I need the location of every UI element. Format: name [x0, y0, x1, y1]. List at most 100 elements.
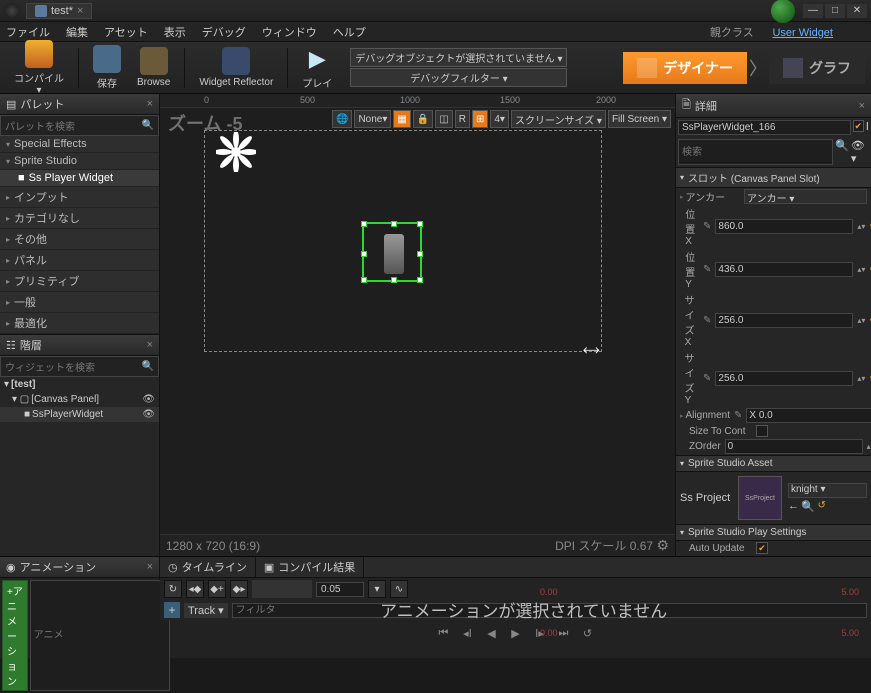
- search-icon: 🔍: [142, 361, 154, 372]
- asset-thumbnail[interactable]: SsProject: [738, 476, 782, 520]
- hierarchy-search[interactable]: ウィジェットを検索🔍: [0, 356, 159, 377]
- compile-results-tab[interactable]: ▣コンパイル結果: [256, 557, 364, 577]
- palette-search[interactable]: パレットを検索🔍: [0, 115, 159, 136]
- hier-ssplayer[interactable]: ■ SsPlayerWidget👁: [0, 407, 159, 422]
- menu-debug[interactable]: デバッグ: [202, 24, 246, 40]
- document-tab[interactable]: test* ×: [26, 3, 92, 19]
- tl-snap-button[interactable]: ▾: [368, 580, 386, 598]
- graph-tab[interactable]: グラフ: [769, 52, 865, 84]
- cat-primitive[interactable]: プリミティブ: [0, 271, 159, 292]
- maximize-button[interactable]: □: [825, 4, 845, 18]
- section-slot[interactable]: スロット (Canvas Panel Slot): [676, 167, 871, 188]
- tl-reverse-button[interactable]: ◀: [483, 624, 501, 642]
- cat-none[interactable]: カテゴリなし: [0, 208, 159, 229]
- layout-button[interactable]: ▦: [393, 110, 410, 128]
- tl-next-key-button[interactable]: ◆▸: [230, 580, 248, 598]
- widget-reflector-button[interactable]: Widget Reflector: [191, 45, 281, 90]
- input-sizex[interactable]: [715, 313, 853, 328]
- menu-asset[interactable]: アセット: [104, 24, 148, 40]
- hier-canvas[interactable]: ▾ ▢ [Canvas Panel]👁: [0, 392, 159, 407]
- grid-button[interactable]: ⊞: [472, 110, 488, 128]
- asset-browse-icon[interactable]: 🔍: [801, 500, 815, 513]
- grid-size-button[interactable]: 4 ▾: [490, 110, 509, 128]
- timeline-tab[interactable]: ◷タイムライン: [160, 557, 256, 577]
- details-search[interactable]: [678, 139, 833, 165]
- lang-button[interactable]: 🌐: [332, 110, 352, 128]
- animations-search[interactable]: [30, 580, 170, 691]
- input-posy[interactable]: [715, 262, 853, 277]
- hier-root[interactable]: ▾ [test]: [0, 377, 159, 392]
- dpi-settings-icon[interactable]: ⚙: [656, 537, 669, 554]
- section-asset[interactable]: Sprite Studio Asset: [676, 455, 871, 472]
- screen-size-dropdown[interactable]: スクリーンサイズ ▾: [511, 110, 606, 128]
- anchor-dropdown[interactable]: アンカー ▾: [744, 189, 867, 204]
- cat-other[interactable]: その他: [0, 229, 159, 250]
- add-track-button[interactable]: +: [164, 602, 180, 618]
- anchor-gizmo-icon[interactable]: [216, 132, 256, 172]
- tl-to-start-button[interactable]: ⏮: [435, 624, 453, 642]
- add-animation-button[interactable]: +アニメーション: [2, 580, 28, 691]
- asset-use-icon[interactable]: ←: [788, 500, 799, 513]
- tl-add-key-button[interactable]: ◆+: [208, 580, 226, 598]
- visibility-icon[interactable]: 👁: [142, 409, 155, 420]
- play-button[interactable]: ▶プレイ: [294, 43, 340, 92]
- close-tab-icon[interactable]: ×: [77, 5, 83, 17]
- hierarchy-close-icon[interactable]: ×: [147, 339, 153, 351]
- menu-window[interactable]: ウィンドウ: [262, 24, 317, 40]
- designer-tab[interactable]: デザイナー: [623, 52, 747, 84]
- cat-sprite-studio[interactable]: Sprite Studio: [0, 153, 159, 170]
- cat-optimize[interactable]: 最適化: [0, 313, 159, 334]
- debug-object-dropdown[interactable]: デバッグオブジェクトが選択されていません ▾: [350, 48, 567, 67]
- source-control-icon[interactable]: [771, 0, 795, 23]
- timeline-ruler[interactable]: 0.00 5.00 0.00 5.00: [540, 587, 863, 638]
- checkbox-sizetocontent[interactable]: [756, 425, 768, 437]
- details-close-icon[interactable]: ×: [859, 100, 865, 112]
- input-posx[interactable]: [715, 219, 853, 234]
- minimize-button[interactable]: —: [803, 4, 823, 18]
- menu-view[interactable]: 表示: [164, 24, 186, 40]
- parent-class-link[interactable]: User Widget: [772, 27, 833, 39]
- tl-prev-key-button[interactable]: ◂◆: [186, 580, 204, 598]
- track-dropdown[interactable]: Track ▾: [184, 603, 228, 618]
- tl-frame-field[interactable]: 0.05: [316, 582, 364, 597]
- viewport[interactable]: 0 500 1000 1500 2000 ズーム -5 🌐 None ▾ ▦ 🔒…: [160, 94, 675, 556]
- details-object-field[interactable]: [678, 120, 851, 135]
- section-play[interactable]: Sprite Studio Play Settings: [676, 524, 871, 541]
- sprite-preview: [384, 234, 404, 274]
- fill-screen-dropdown[interactable]: Fill Screen ▾: [608, 110, 671, 128]
- menu-help[interactable]: ヘルプ: [333, 24, 366, 40]
- tl-step-back-button[interactable]: ◂Ⅰ: [459, 624, 477, 642]
- cat-panel[interactable]: パネル: [0, 250, 159, 271]
- debug-filter-dropdown[interactable]: デバッグフィルター ▾: [350, 68, 567, 87]
- eye-icon[interactable]: 👁 ▾: [851, 139, 869, 165]
- compile-button[interactable]: コンパイル ▾: [6, 38, 72, 98]
- tl-curve-button[interactable]: ∿: [390, 580, 408, 598]
- input-zorder[interactable]: [725, 439, 863, 454]
- visibility-icon[interactable]: 👁: [142, 394, 155, 405]
- tl-play-button[interactable]: ▶: [507, 624, 525, 642]
- palette-close-icon[interactable]: ×: [147, 98, 153, 110]
- cat-input[interactable]: インプット: [0, 187, 159, 208]
- reset-icon[interactable]: ↺: [817, 500, 827, 513]
- close-button[interactable]: ✕: [847, 4, 867, 18]
- browse-button[interactable]: Browse: [129, 45, 178, 90]
- save-button[interactable]: 保存: [85, 43, 129, 92]
- details-lock-icon[interactable]: Ⅰ: [866, 120, 869, 135]
- palette-item-ssplayer[interactable]: ■ Ss Player Widget: [0, 170, 159, 187]
- animations-close-icon[interactable]: ×: [147, 561, 153, 573]
- details-pin-checkbox[interactable]: ✔: [853, 120, 864, 132]
- input-sizey[interactable]: [715, 371, 853, 386]
- tl-refresh-button[interactable]: ↻: [164, 580, 182, 598]
- input-alignx[interactable]: [746, 408, 871, 423]
- overlay-button[interactable]: ◫: [435, 110, 452, 128]
- checkbox-autoupdate[interactable]: ✔: [756, 542, 768, 554]
- cat-general[interactable]: 一般: [0, 292, 159, 313]
- lock-button[interactable]: 🔒: [413, 110, 433, 128]
- tl-scrubber[interactable]: [252, 580, 312, 598]
- search-icon: 🔍: [142, 120, 154, 131]
- selected-widget[interactable]: [362, 222, 422, 282]
- r-button[interactable]: R: [455, 110, 470, 128]
- cat-special-effects[interactable]: Special Effects: [0, 136, 159, 153]
- none-dropdown[interactable]: None ▾: [354, 110, 391, 128]
- asset-dropdown[interactable]: knight ▾: [788, 483, 867, 498]
